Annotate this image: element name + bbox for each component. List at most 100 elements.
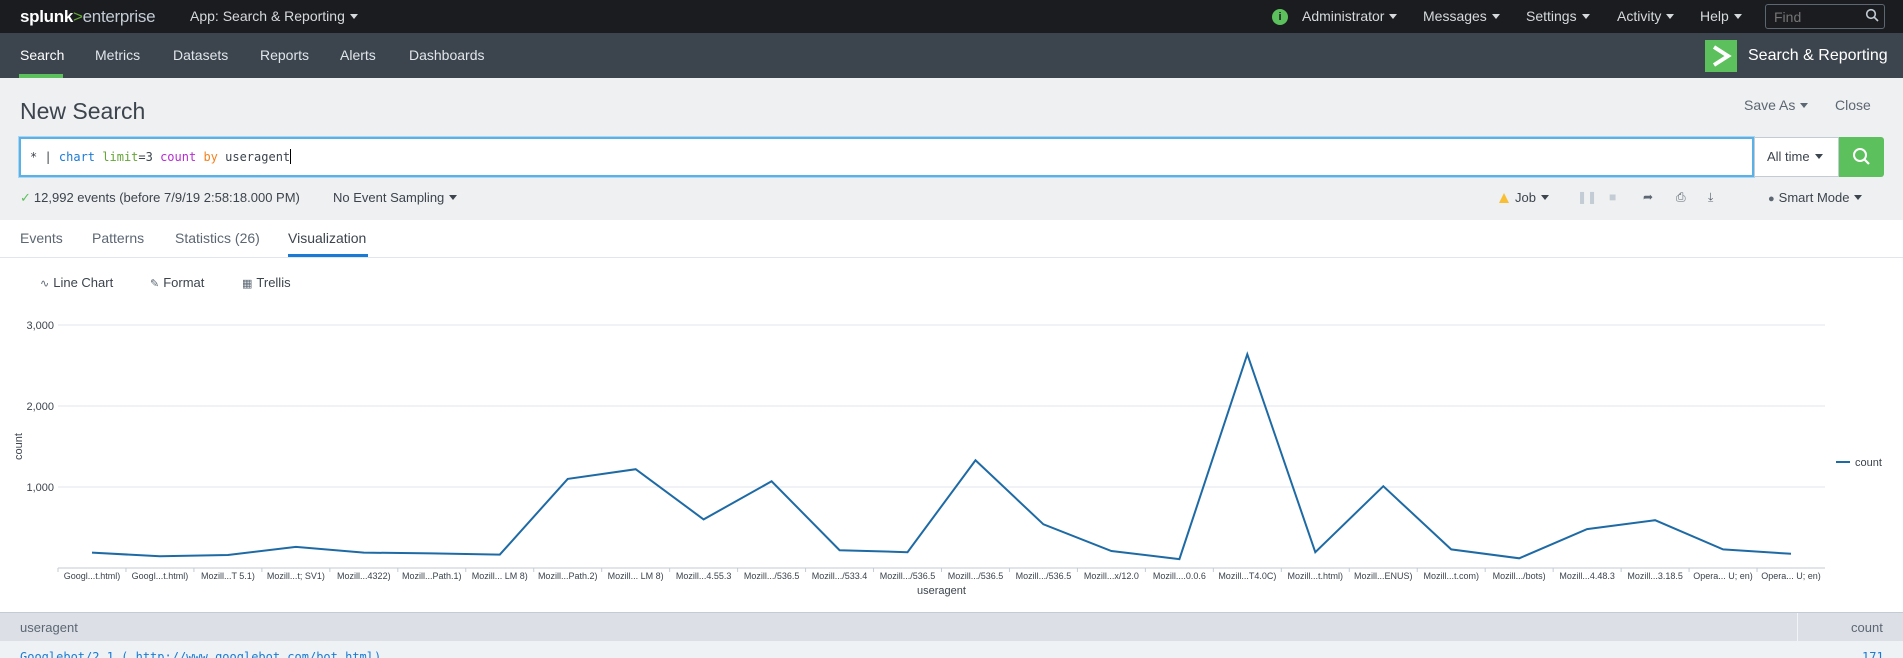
x-tick-label: Mozill...T 5.1) bbox=[201, 571, 255, 581]
caret-down-icon bbox=[1814, 154, 1823, 159]
tab-visualization[interactable]: Visualization bbox=[288, 230, 366, 246]
caret-down-icon bbox=[1540, 195, 1549, 200]
x-tick-label: Mozill.../536.5 bbox=[948, 571, 1004, 581]
cell-count: 171 bbox=[1862, 650, 1884, 658]
save-as-label: Save As bbox=[1744, 97, 1796, 113]
pause-icon[interactable]: ❚❚ bbox=[1577, 190, 1597, 204]
caret-down-icon bbox=[1389, 14, 1398, 19]
job-menu[interactable]: Job bbox=[1499, 190, 1549, 205]
tab-patterns[interactable]: Patterns bbox=[92, 230, 144, 246]
pencil-icon: ✎ bbox=[150, 278, 160, 290]
print-icon[interactable]: ⎙ bbox=[1676, 190, 1686, 205]
column-header-useragent[interactable]: useragent bbox=[20, 620, 78, 635]
help-menu[interactable]: Help bbox=[1700, 8, 1742, 24]
grid-icon: ▦ bbox=[242, 278, 253, 290]
query-argument-value: =3 bbox=[138, 150, 161, 164]
x-tick-label: Mozill.../536.5 bbox=[1016, 571, 1072, 581]
y-tick-label: 1,000 bbox=[26, 482, 54, 494]
cell-useragent[interactable]: Googlebot/2.1 ( http://www.googlebot.com… bbox=[20, 650, 381, 658]
page-title: New Search bbox=[20, 98, 146, 124]
caret-down-icon bbox=[1733, 14, 1742, 19]
chart-legend[interactable]: count bbox=[1836, 457, 1882, 469]
y-tick-label: 3,000 bbox=[26, 320, 54, 332]
settings-menu[interactable]: Settings bbox=[1526, 8, 1590, 24]
query-function: count bbox=[160, 150, 197, 164]
event-sampling-menu[interactable]: No Event Sampling bbox=[333, 190, 458, 205]
appnav-search[interactable]: Search bbox=[20, 47, 64, 63]
x-tick-label: Mozill....0.0.6 bbox=[1153, 571, 1206, 581]
x-tick-label: Mozill...4.55.3 bbox=[676, 571, 732, 581]
query-command: chart bbox=[58, 150, 96, 164]
appnav-metrics[interactable]: Metrics bbox=[95, 47, 140, 63]
x-tick-label: Mozill...4.48.3 bbox=[1559, 571, 1615, 581]
app-title: Search & Reporting bbox=[1748, 47, 1888, 64]
search-header: New Search Save As Close * | chart limit… bbox=[0, 78, 1903, 220]
user-menu[interactable]: Administrator bbox=[1302, 8, 1398, 24]
chart-type-button[interactable]: ∿ Line Chart bbox=[40, 275, 113, 290]
search-icon[interactable] bbox=[1865, 8, 1879, 22]
tab-statistics[interactable]: Statistics (26) bbox=[175, 230, 260, 246]
search-mode-label: Smart Mode bbox=[1778, 190, 1850, 205]
query-keyword: by bbox=[203, 150, 218, 164]
format-button[interactable]: ✎ Format bbox=[150, 275, 204, 290]
user-menu-label: Administrator bbox=[1302, 8, 1385, 24]
x-tick-label: Opera... U; en) bbox=[1761, 571, 1821, 581]
line-chart: 1,000 2,000 3,000 Googl...t.html) Googl...t… bbox=[13, 320, 1882, 597]
y-axis-label: count bbox=[13, 433, 25, 460]
save-as-menu[interactable]: Save As bbox=[1744, 97, 1809, 113]
x-tick-label: Mozill...ENUS) bbox=[1354, 571, 1413, 581]
x-tick-label: Mozill...t.html) bbox=[1288, 571, 1344, 581]
info-icon[interactable]: i bbox=[1272, 9, 1288, 25]
appnav-reports[interactable]: Reports bbox=[260, 47, 309, 63]
caret-down-icon bbox=[1666, 14, 1675, 19]
activity-menu[interactable]: Activity bbox=[1617, 8, 1675, 24]
column-divider bbox=[1797, 613, 1798, 642]
caret-down-icon bbox=[349, 14, 358, 19]
column-header-count[interactable]: count bbox=[1851, 620, 1883, 635]
app-logo-icon bbox=[1705, 40, 1737, 72]
chart-type-label: Line Chart bbox=[53, 275, 114, 290]
search-icon bbox=[1853, 148, 1870, 165]
event-count-text: 12,992 events (before 7/9/19 2:58:18.000… bbox=[33, 190, 300, 205]
job-label: Job bbox=[1515, 190, 1536, 205]
x-tick-label: Mozill...3.18.5 bbox=[1627, 571, 1683, 581]
statistics-table-header: useragent count bbox=[0, 612, 1903, 642]
active-tab-indicator bbox=[288, 254, 368, 257]
x-tick-label: Mozill...t; SV1) bbox=[267, 571, 325, 581]
query-pipe: * | bbox=[30, 150, 59, 164]
activity-menu-label: Activity bbox=[1617, 8, 1662, 24]
share-icon[interactable]: ➦ bbox=[1643, 190, 1653, 204]
table-row[interactable]: Googlebot/2.1 ( http://www.googlebot.com… bbox=[0, 641, 1903, 658]
splunk-logo[interactable]: splunk>enterprise bbox=[20, 7, 156, 27]
export-icon[interactable]: ⤓ bbox=[1708, 190, 1713, 205]
y-tick-label: 2,000 bbox=[26, 401, 54, 413]
result-tabs: Events Patterns Statistics (26) Visualiz… bbox=[0, 220, 1903, 258]
appnav-dashboards[interactable]: Dashboards bbox=[409, 47, 485, 63]
query-argument: limit bbox=[102, 150, 139, 164]
help-menu-label: Help bbox=[1700, 8, 1729, 24]
trellis-button[interactable]: ▦ Trellis bbox=[242, 275, 291, 290]
series-line-count[interactable] bbox=[91, 351, 1792, 561]
x-tick-label: Mozill.../533.4 bbox=[812, 571, 868, 581]
caret-down-icon bbox=[1491, 14, 1500, 19]
line-chart-icon: ∿ bbox=[40, 278, 50, 290]
caret-down-icon bbox=[449, 195, 458, 200]
messages-menu[interactable]: Messages bbox=[1423, 8, 1500, 24]
close-button[interactable]: Close bbox=[1835, 97, 1871, 113]
x-tick-label: Mozill...4322) bbox=[337, 571, 391, 581]
search-mode-menu[interactable]: ● Smart Mode bbox=[1768, 190, 1863, 205]
x-tick-label: Mozill.../536.5 bbox=[744, 571, 800, 581]
appnav-alerts[interactable]: Alerts bbox=[340, 47, 376, 63]
stop-icon[interactable]: ■ bbox=[1609, 190, 1616, 204]
search-query-input[interactable]: * | chart limit=3 count by useragent bbox=[19, 137, 1754, 177]
x-tick-label: Googl...t.html) bbox=[132, 571, 189, 581]
search-submit-button[interactable] bbox=[1839, 137, 1884, 177]
time-range-picker[interactable]: All time bbox=[1754, 137, 1839, 177]
settings-menu-label: Settings bbox=[1526, 8, 1577, 24]
x-tick-label: Mozill...Path.2) bbox=[538, 571, 598, 581]
trellis-label: Trellis bbox=[256, 275, 291, 290]
x-tick-label: Mozill...Path.1) bbox=[402, 571, 462, 581]
appnav-datasets[interactable]: Datasets bbox=[173, 47, 228, 63]
app-menu[interactable]: App: Search & Reporting bbox=[190, 8, 358, 24]
tab-events[interactable]: Events bbox=[20, 230, 63, 246]
